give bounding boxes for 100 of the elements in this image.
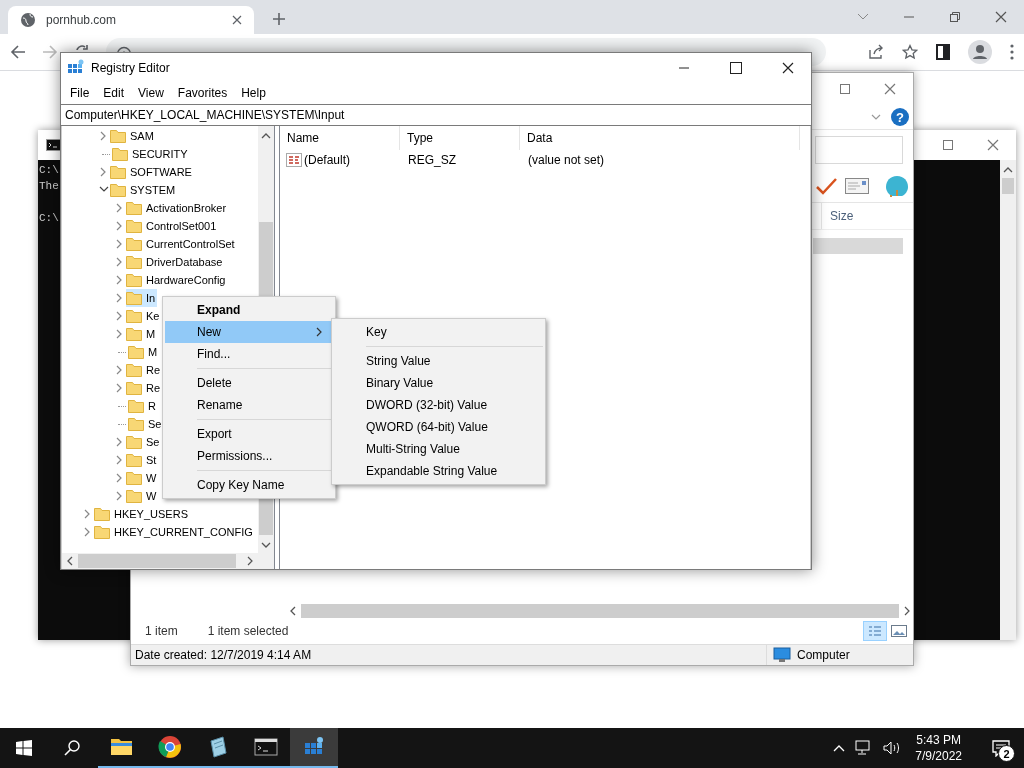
menu-item[interactable]: QWORD (64-bit) Value [334, 416, 543, 438]
checkmark-icon[interactable] [815, 177, 837, 195]
scroll-up-icon[interactable] [261, 132, 271, 140]
tree-item[interactable]: SOFTWARE [110, 163, 194, 181]
scroll-up-icon[interactable] [1003, 166, 1013, 174]
console-line: The [39, 179, 59, 194]
tree-item[interactable]: Se [128, 415, 164, 433]
folder-icon [112, 146, 128, 162]
chevron-down-icon[interactable] [857, 13, 869, 21]
reload-icon[interactable] [74, 43, 90, 50]
shell-icon[interactable] [885, 175, 909, 197]
scroll-right-icon[interactable] [246, 556, 254, 566]
share-icon[interactable] [868, 44, 884, 60]
tree-item[interactable]: St [126, 451, 159, 469]
tree-item[interactable]: DriverDatabase [126, 253, 225, 271]
menu-item[interactable]: Key [334, 321, 543, 343]
address-field[interactable]: Computer\HKEY_LOCAL_MACHINE\SYSTEM\Input [61, 104, 811, 126]
tree-item[interactable]: CurrentControlSet [126, 235, 237, 253]
plus-icon[interactable] [272, 12, 286, 26]
tree-item[interactable]: In [126, 289, 158, 307]
menu-item[interactable]: View [131, 86, 171, 100]
date-text: 7/9/2022 [915, 748, 962, 764]
tree-item[interactable]: ActivationBroker [126, 199, 229, 217]
column-header[interactable]: Data [520, 126, 800, 150]
column-header[interactable]: Size [821, 203, 898, 229]
menu-item[interactable]: New [165, 321, 333, 343]
thumbnail-view-icon[interactable] [891, 625, 907, 637]
scroll-right-icon[interactable] [903, 606, 911, 616]
scroll-left-icon[interactable] [66, 556, 74, 566]
search-field[interactable] [815, 136, 903, 164]
volume-icon[interactable] [883, 740, 902, 756]
tree-item[interactable]: M [128, 343, 160, 361]
globe-icon [20, 12, 36, 28]
clock[interactable]: 5:43 PM 7/9/2022 [915, 732, 962, 764]
tree-item[interactable]: Re [126, 361, 163, 379]
menu-item[interactable]: DWORD (32-bit) Value [334, 394, 543, 416]
tree-item[interactable]: SECURITY [112, 145, 190, 163]
tree-item[interactable]: HardwareConfig [126, 271, 228, 289]
tree-item[interactable]: HKEY_CURRENT_CONFIG [94, 523, 255, 541]
star-icon[interactable] [902, 44, 918, 60]
tree-item[interactable]: SYSTEM [110, 181, 178, 199]
menu-item[interactable]: Find... [165, 343, 333, 365]
menu-item[interactable]: Favorites [170, 86, 235, 100]
menu-item[interactable]: Rename [165, 394, 333, 416]
menu-item[interactable]: Edit [96, 86, 132, 100]
column-header[interactable]: Name [280, 126, 400, 150]
restore-icon[interactable] [949, 11, 961, 23]
chevron-up-icon[interactable] [833, 744, 846, 752]
tree-item[interactable]: Re [126, 379, 163, 397]
string-value-icon [286, 153, 302, 167]
browser-icon [158, 735, 182, 759]
folder-icon [126, 200, 142, 216]
notification-icon[interactable] [992, 739, 1010, 757]
folder-icon [94, 524, 110, 540]
console-icon [254, 735, 278, 759]
menu-item[interactable]: Multi-String Value [334, 438, 543, 460]
menu-item[interactable]: Expandable String Value [334, 460, 543, 482]
menu-item[interactable]: Delete [165, 372, 333, 394]
menu-item[interactable]: Binary Value [334, 372, 543, 394]
tree-item[interactable]: M [126, 325, 158, 343]
tree-item[interactable]: W [126, 487, 159, 505]
side-panel-icon[interactable] [936, 44, 950, 60]
chevron-down-icon[interactable] [871, 113, 881, 121]
item-count: 1 item [145, 624, 178, 638]
folder-icon [110, 182, 126, 198]
tree-item[interactable]: R [128, 397, 158, 415]
column-header[interactable]: Type [400, 126, 520, 150]
folder-icon [126, 254, 142, 270]
menu-item[interactable]: Export [165, 423, 333, 445]
zone-label: Computer [797, 648, 850, 662]
folder-icon [94, 506, 110, 522]
close-icon[interactable] [232, 15, 242, 25]
menu-item[interactable]: Help [234, 86, 273, 100]
more-icon[interactable] [1010, 44, 1014, 60]
folder-icon [126, 218, 142, 234]
back-icon[interactable] [10, 44, 26, 60]
menu-item[interactable]: Permissions... [165, 445, 333, 467]
menu-item[interactable]: File [63, 86, 97, 100]
tree-item[interactable]: ControlSet001 [126, 217, 219, 235]
avatar-icon[interactable] [968, 40, 992, 64]
scroll-down-icon[interactable] [261, 541, 271, 549]
scroll-left-icon[interactable] [289, 606, 297, 616]
menu-item[interactable]: String Value [334, 350, 543, 372]
menu-item[interactable]: Copy Key Name [165, 474, 333, 496]
close-icon[interactable] [782, 61, 794, 74]
card-icon[interactable] [845, 178, 869, 194]
notification-badge: 2 [998, 745, 1015, 762]
maximize-icon[interactable] [730, 61, 742, 74]
list-icon [868, 625, 882, 637]
computer-icon [773, 647, 791, 663]
menu-item[interactable]: Expand [165, 299, 333, 321]
help-button[interactable]: ? [891, 108, 909, 126]
folder-icon [128, 416, 144, 432]
tree-item[interactable]: Se [126, 433, 162, 451]
tree-item[interactable]: W [126, 469, 159, 487]
tree-item[interactable]: SAM [110, 127, 156, 145]
tree-item[interactable]: Ke [126, 307, 162, 325]
browser-tab[interactable]: pornhub.com [8, 6, 254, 34]
tree-item[interactable]: HKEY_USERS [94, 505, 190, 523]
value-type: REG_SZ [407, 153, 457, 167]
